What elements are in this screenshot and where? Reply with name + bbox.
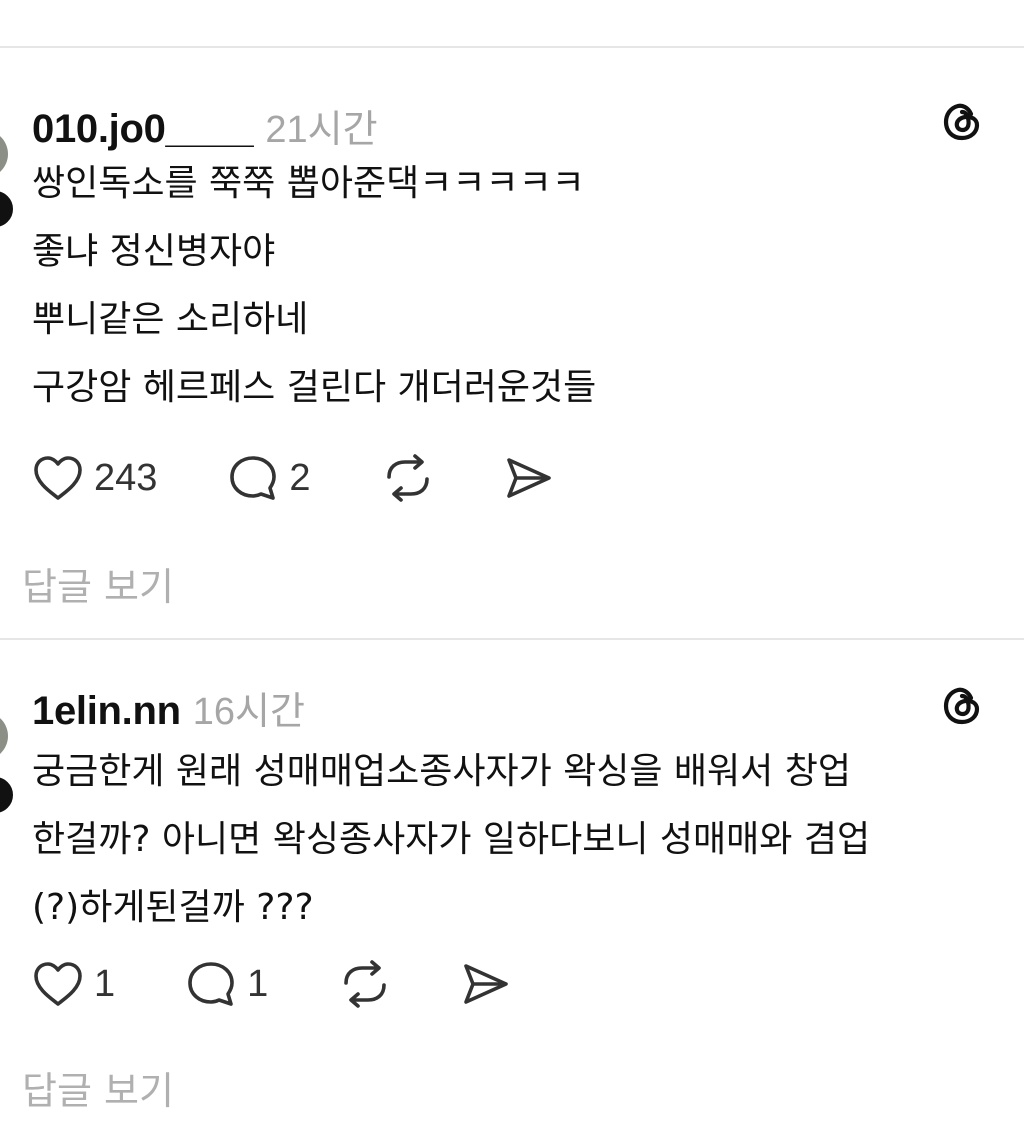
timestamp: 21시간	[265, 109, 378, 151]
like-count: 1	[94, 962, 116, 1005]
comment-bubble-icon	[230, 456, 277, 500]
view-replies-link[interactable]: 답글 보기	[22, 1060, 174, 1115]
repost-icon	[344, 960, 387, 1008]
follow-badge-icon[interactable]	[0, 188, 16, 230]
repost-button[interactable]	[381, 453, 435, 503]
post-body: 쌍인독소를 쭉쭉 뽑아준댁ㅋㅋㅋㅋㅋ 좋냐 정신병자야 뿌니같은 소리하네 구강…	[32, 150, 992, 422]
send-icon	[464, 964, 509, 1004]
post-card: 010.jo0____ 21시간 쌍인독소를 쭉쭉 뽑아준댁ㅋㅋㅋㅋㅋ 좋냐 정…	[0, 60, 1024, 638]
post-text-line: (?)하게된걸까 ???	[32, 887, 314, 928]
post-header: 010.jo0____ 21시간	[32, 98, 378, 153]
threads-logo-icon[interactable]	[938, 682, 986, 730]
threads-logo-icon[interactable]	[938, 98, 986, 146]
action-bar: 243 2	[32, 448, 553, 508]
post-body: 궁금한게 원래 성매매업소종사자가 왁싱을 배워서 창업 한걸까? 아니면 왁싱…	[32, 738, 992, 942]
repost-icon	[386, 454, 429, 502]
send-icon	[506, 458, 551, 498]
like-button[interactable]: 243	[32, 454, 157, 502]
repost-button[interactable]	[338, 959, 392, 1009]
post-text-line: 구강암 헤르페스 걸린다 개더러운것들	[32, 367, 597, 408]
post-text-line: 쌍인독소를 쭉쭉 뽑아준댁ㅋㅋㅋㅋㅋ	[32, 163, 585, 204]
avatar[interactable]	[0, 712, 8, 760]
post-card: 1elin.nn 16시간 궁금한게 원래 성매매업소종사자가 왁싱을 배워서 …	[0, 640, 1024, 1133]
comment-bubble-icon	[188, 962, 234, 1006]
post-text-line: 좋냐 정신병자야	[32, 231, 276, 272]
like-button[interactable]: 1	[32, 960, 115, 1008]
post-header: 1elin.nn 16시간	[32, 680, 305, 735]
post-text-line: 뿌니같은 소리하네	[32, 299, 309, 340]
share-button[interactable]	[460, 960, 510, 1008]
comment-button[interactable]: 2	[227, 453, 311, 503]
share-button[interactable]	[503, 454, 553, 502]
like-count: 243	[94, 456, 158, 499]
heart-icon	[34, 962, 82, 1006]
username[interactable]: 010.jo0____	[32, 107, 254, 152]
timestamp: 16시간	[192, 691, 305, 733]
post-text-line: 궁금한게 원래 성매매업소종사자가 왁싱을 배워서 창업	[32, 751, 851, 792]
action-bar: 1 1	[32, 954, 510, 1014]
avatar[interactable]	[0, 130, 8, 178]
top-divider	[0, 46, 1024, 48]
comment-button[interactable]: 1	[185, 959, 268, 1009]
username[interactable]: 1elin.nn	[32, 689, 181, 734]
comment-count: 2	[289, 456, 311, 499]
view-replies-link[interactable]: 답글 보기	[22, 556, 174, 611]
post-text-line: 한걸까? 아니면 왁싱종사자가 일하다보니 성매매와 겸업	[32, 819, 871, 860]
comment-count: 1	[247, 962, 269, 1005]
follow-badge-icon[interactable]	[0, 774, 16, 816]
heart-icon	[34, 456, 82, 500]
